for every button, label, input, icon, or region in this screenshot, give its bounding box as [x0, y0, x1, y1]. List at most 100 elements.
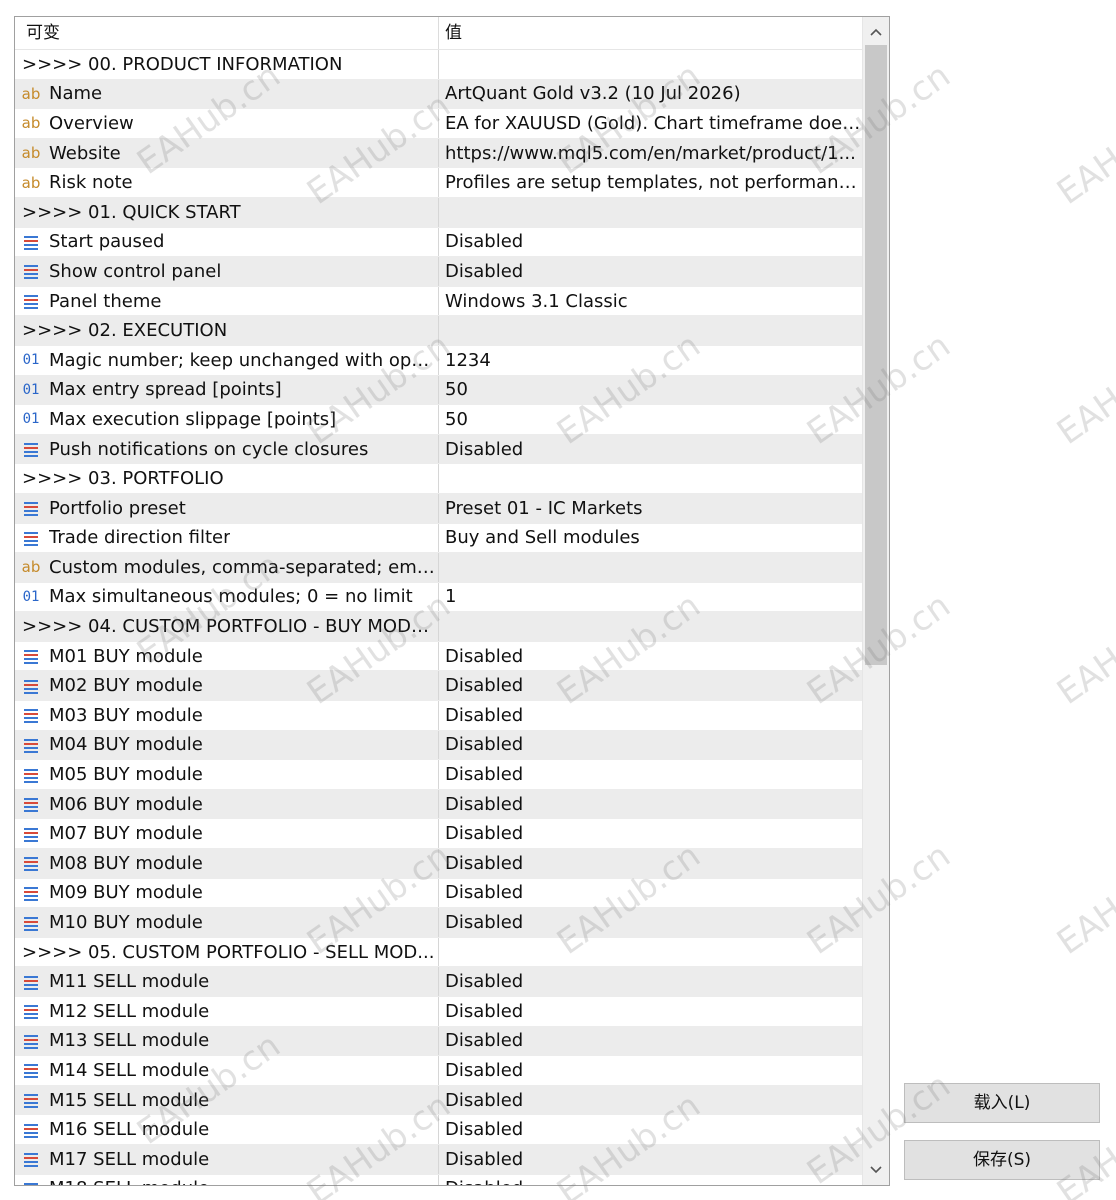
- parameter-value-cell[interactable]: 1: [439, 583, 862, 612]
- parameter-value-cell[interactable]: Disabled: [439, 849, 862, 878]
- parameter-value-cell[interactable]: [439, 316, 862, 345]
- parameter-name-cell[interactable]: >>>> 01. QUICK START: [15, 197, 439, 227]
- parameter-row[interactable]: Portfolio preset Preset 01 - IC Markets: [15, 493, 862, 524]
- parameter-row[interactable]: M01 BUY module Disabled: [15, 641, 862, 672]
- parameter-name-cell[interactable]: M18 SELL module: [15, 1174, 439, 1185]
- load-button[interactable]: 载入(L): [904, 1083, 1100, 1123]
- parameter-row[interactable]: M18 SELL module Disabled: [15, 1174, 862, 1185]
- parameter-row[interactable]: ab Custom modules, comma-separated; emp..…: [15, 553, 862, 583]
- parameter-row[interactable]: Push notifications on cycle closures Disa…: [15, 434, 862, 465]
- parameter-value-cell[interactable]: Disabled: [439, 435, 862, 464]
- section-header-row[interactable]: >>>> 02. EXECUTION: [15, 316, 862, 346]
- parameter-row[interactable]: M03 BUY module Disabled: [15, 701, 862, 731]
- parameter-value-cell[interactable]: [439, 553, 862, 582]
- parameter-name-cell[interactable]: 01 Max simultaneous modules; 0 = no limit: [15, 582, 439, 612]
- parameter-row[interactable]: ab Overview EA for XAUUSD (Gold). Chart ti…: [15, 109, 862, 139]
- parameter-name-cell[interactable]: Start paused: [15, 227, 439, 257]
- parameter-row[interactable]: M07 BUY module Disabled: [15, 819, 862, 850]
- parameter-name-cell[interactable]: >>>> 04. CUSTOM PORTFOLIO - BUY MODU...: [15, 612, 439, 641]
- scrollbar-thumb[interactable]: [865, 45, 887, 665]
- parameter-name-cell[interactable]: M07 BUY module: [15, 819, 439, 849]
- parameter-value-cell[interactable]: Disabled: [439, 1115, 862, 1144]
- parameter-name-cell[interactable]: 01 Max execution slippage [points]: [15, 405, 439, 434]
- parameter-row[interactable]: Trade direction filter Buy and Sell modul…: [15, 523, 862, 554]
- parameter-row[interactable]: ab Risk note Profiles are setup templates,…: [15, 168, 862, 198]
- parameter-value-cell[interactable]: Disabled: [439, 1027, 862, 1056]
- parameter-name-cell[interactable]: >>>> 02. EXECUTION: [15, 316, 439, 345]
- parameter-value-cell[interactable]: https://www.mql5.com/en/market/product/1…: [439, 139, 862, 168]
- parameter-row[interactable]: 01 Max execution slippage [points] 50: [15, 405, 862, 435]
- parameter-row[interactable]: Start paused Disabled: [15, 227, 862, 258]
- parameter-value-cell[interactable]: [439, 612, 862, 641]
- parameter-value-cell[interactable]: Disabled: [439, 819, 862, 848]
- save-button[interactable]: 保存(S): [904, 1140, 1100, 1180]
- parameter-value-cell[interactable]: Disabled: [439, 642, 862, 671]
- parameter-name-cell[interactable]: M01 BUY module: [15, 641, 439, 671]
- parameter-row[interactable]: 01 Max simultaneous modules; 0 = no limit…: [15, 582, 862, 613]
- parameter-value-cell[interactable]: Disabled: [439, 731, 862, 760]
- parameter-value-cell[interactable]: Disabled: [439, 1145, 862, 1174]
- parameter-name-cell[interactable]: Show control panel: [15, 257, 439, 286]
- parameter-value-cell[interactable]: EA for XAUUSD (Gold). Chart timeframe do…: [439, 109, 862, 138]
- parameter-name-cell[interactable]: ab Custom modules, comma-separated; emp..…: [15, 553, 439, 582]
- parameter-row[interactable]: M10 BUY module Disabled: [15, 908, 862, 938]
- parameter-row[interactable]: M16 SELL module Disabled: [15, 1115, 862, 1145]
- parameter-value-cell[interactable]: Disabled: [439, 908, 862, 937]
- parameter-value-cell[interactable]: 50: [439, 376, 862, 405]
- parameter-value-cell[interactable]: Disabled: [439, 228, 862, 257]
- parameter-name-cell[interactable]: M16 SELL module: [15, 1115, 439, 1144]
- parameter-name-cell[interactable]: M15 SELL module: [15, 1085, 439, 1115]
- parameter-value-cell[interactable]: Disabled: [439, 257, 862, 286]
- parameter-name-cell[interactable]: M17 SELL module: [15, 1144, 439, 1174]
- parameter-name-cell[interactable]: M12 SELL module: [15, 997, 439, 1026]
- parameter-value-cell[interactable]: [439, 464, 862, 493]
- parameter-name-cell[interactable]: Portfolio preset: [15, 493, 439, 523]
- parameter-name-cell[interactable]: >>>> 00. PRODUCT INFORMATION: [15, 50, 439, 79]
- parameter-row[interactable]: M08 BUY module Disabled: [15, 849, 862, 879]
- parameter-value-cell[interactable]: Buy and Sell modules: [439, 524, 862, 553]
- parameter-value-cell[interactable]: Disabled: [439, 997, 862, 1026]
- parameter-row[interactable]: M17 SELL module Disabled: [15, 1144, 862, 1175]
- parameter-name-cell[interactable]: ab Name: [15, 79, 439, 109]
- parameter-row[interactable]: M14 SELL module Disabled: [15, 1056, 862, 1086]
- parameter-value-cell[interactable]: Disabled: [439, 967, 862, 996]
- parameter-value-cell[interactable]: Disabled: [439, 879, 862, 908]
- parameter-value-cell[interactable]: Disabled: [439, 671, 862, 700]
- section-header-row[interactable]: >>>> 04. CUSTOM PORTFOLIO - BUY MODU...: [15, 612, 862, 642]
- chevron-up-icon[interactable]: [863, 19, 889, 45]
- parameter-name-cell[interactable]: M09 BUY module: [15, 878, 439, 908]
- parameter-name-cell[interactable]: M05 BUY module: [15, 760, 439, 789]
- parameter-name-cell[interactable]: 01 Max entry spread [points]: [15, 375, 439, 405]
- parameter-name-cell[interactable]: M04 BUY module: [15, 730, 439, 760]
- parameter-value-cell[interactable]: Profiles are setup templates, not perfor…: [439, 168, 862, 197]
- parameter-name-cell[interactable]: M06 BUY module: [15, 789, 439, 819]
- parameter-value-cell[interactable]: Disabled: [439, 1056, 862, 1085]
- parameter-row[interactable]: M13 SELL module Disabled: [15, 1026, 862, 1057]
- parameter-value-cell[interactable]: [439, 938, 862, 967]
- chevron-down-icon[interactable]: [863, 1157, 889, 1183]
- parameter-row[interactable]: Show control panel Disabled: [15, 257, 862, 287]
- section-header-row[interactable]: >>>> 03. PORTFOLIO: [15, 464, 862, 494]
- parameter-row[interactable]: M15 SELL module Disabled: [15, 1085, 862, 1116]
- parameter-row[interactable]: M09 BUY module Disabled: [15, 878, 862, 909]
- vertical-scrollbar[interactable]: [862, 17, 889, 1185]
- parameter-row[interactable]: ab Name ArtQuant Gold v3.2 (10 Jul 2026): [15, 79, 862, 110]
- parameter-name-cell[interactable]: M14 SELL module: [15, 1056, 439, 1085]
- parameter-name-cell[interactable]: >>>> 03. PORTFOLIO: [15, 464, 439, 493]
- section-header-row[interactable]: >>>> 01. QUICK START: [15, 197, 862, 228]
- parameter-name-cell[interactable]: M08 BUY module: [15, 849, 439, 878]
- parameter-value-cell[interactable]: Disabled: [439, 760, 862, 789]
- parameter-row[interactable]: M02 BUY module Disabled: [15, 671, 862, 702]
- column-header-variable[interactable]: 可变: [15, 17, 439, 49]
- parameter-row[interactable]: Panel theme Windows 3.1 Classic: [15, 286, 862, 317]
- parameter-row[interactable]: M12 SELL module Disabled: [15, 997, 862, 1027]
- parameter-name-cell[interactable]: >>>> 05. CUSTOM PORTFOLIO - SELL MOD...: [15, 937, 439, 967]
- parameter-value-cell[interactable]: Disabled: [439, 701, 862, 730]
- parameter-name-cell[interactable]: ab Website: [15, 138, 439, 168]
- parameter-row[interactable]: M06 BUY module Disabled: [15, 789, 862, 820]
- parameter-name-cell[interactable]: 01 Magic number; keep unchanged with ope.…: [15, 345, 439, 375]
- parameter-value-cell[interactable]: Disabled: [439, 790, 862, 819]
- parameter-value-cell[interactable]: Windows 3.1 Classic: [439, 287, 862, 316]
- parameter-value-cell[interactable]: [439, 50, 862, 79]
- parameter-name-cell[interactable]: M11 SELL module: [15, 967, 439, 996]
